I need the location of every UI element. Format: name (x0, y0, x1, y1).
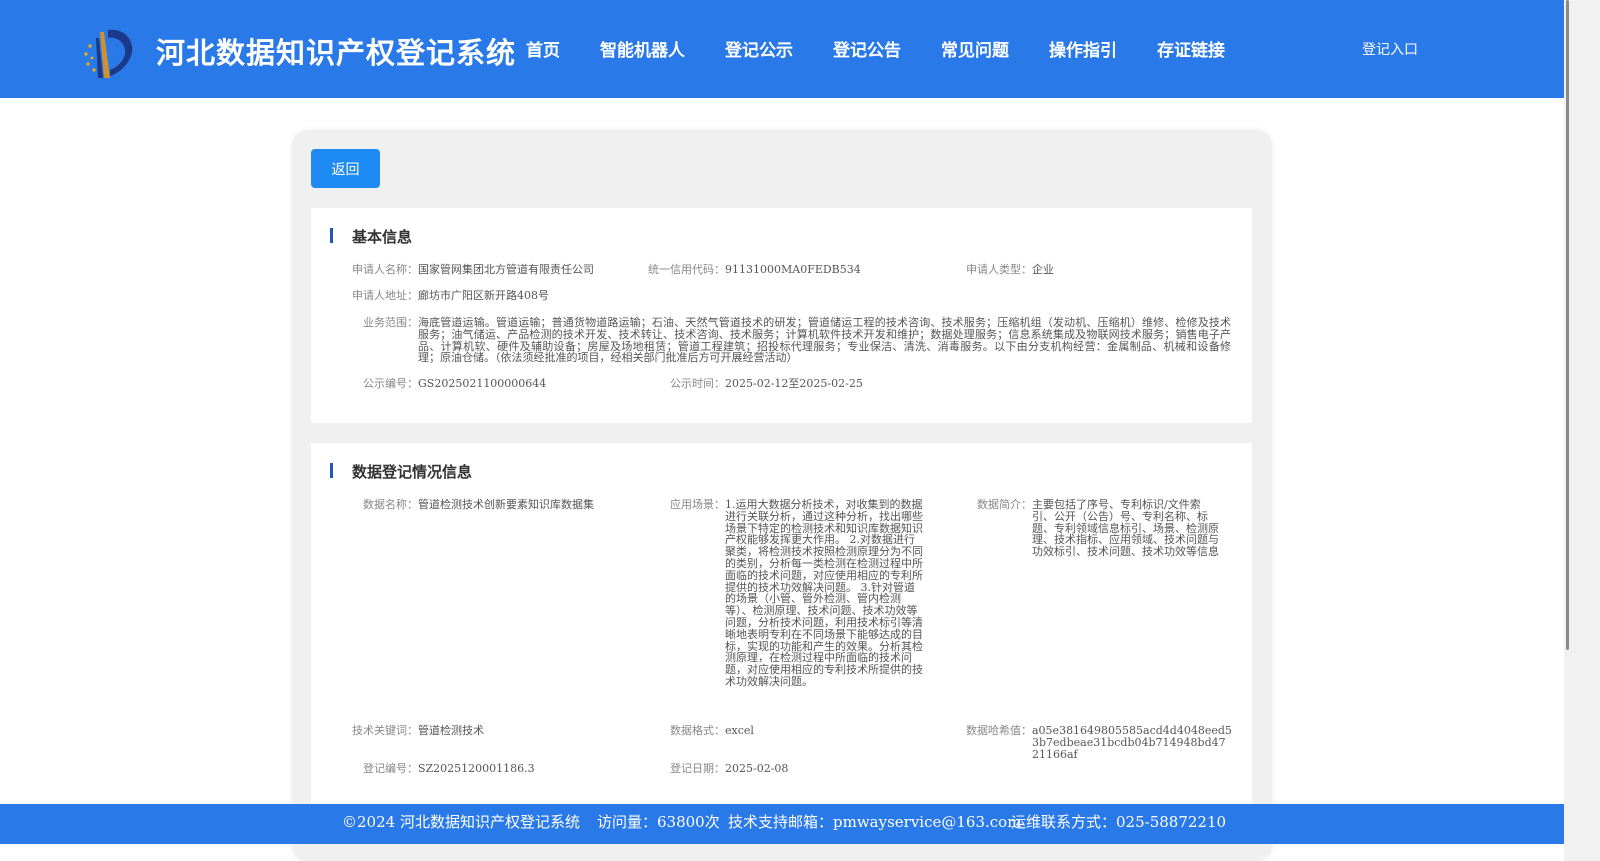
section-title-text: 基本信息 (352, 228, 413, 246)
back-button[interactable]: 返回 (311, 149, 380, 188)
data-registration-section: 数据登记情况信息 数据名称： 管道检测技术创新要素知识库数据集 应用场景： 1.… (311, 443, 1252, 843)
field-label: 数据哈希值： (966, 724, 1032, 737)
field-value: 2025-02-08 (725, 762, 789, 775)
field-label: 登记编号： (363, 762, 418, 775)
field-label: 申请人名称： (352, 263, 418, 276)
nav-robot[interactable]: 智能机器人 (600, 36, 685, 61)
section-accent-bar (330, 463, 333, 478)
nav-guide[interactable]: 操作指引 (1049, 36, 1117, 61)
footer-phone: 运维联系方式：025-58872210 (1011, 813, 1227, 831)
field-label: 公示时间： (670, 377, 725, 390)
main-nav: 首页 智能机器人 登记公示 登记公告 常见问题 操作指引 存证链接 (526, 36, 1265, 61)
nav-announcement[interactable]: 登记公告 (833, 36, 901, 61)
field-value: 企业 (1032, 263, 1054, 276)
detail-card: 返回 基本信息 申请人名称： 国家管网集团北方管道有限责任公司 统一信用代码： … (292, 130, 1272, 861)
nav-faq[interactable]: 常见问题 (941, 36, 1009, 61)
field-value: excel (725, 724, 754, 737)
field-label: 应用场景： (670, 498, 725, 511)
footer-bar: ©2024 河北数据知识产权登记系统 访问量：63800次 技术支持邮箱：pmw… (0, 804, 1564, 844)
field-label: 数据简介： (977, 498, 1032, 511)
logo-icon (80, 24, 136, 80)
top-header: 河北数据知识产权登记系统 首页 智能机器人 登记公示 登记公告 常见问题 操作指… (0, 0, 1564, 98)
footer-copyright: ©2024 河北数据知识产权登记系统 (342, 813, 580, 831)
field-label: 申请人类型： (966, 263, 1032, 276)
field-label: 技术关键词： (352, 724, 418, 737)
login-link[interactable]: 登记入口 (1362, 39, 1418, 59)
field-label: 申请人地址： (352, 289, 418, 302)
field-value: GS2025021100000644 (418, 377, 547, 390)
field-label: 数据名称： (363, 498, 418, 511)
nav-publicity[interactable]: 登记公示 (725, 36, 793, 61)
field-value: 2025-02-12至2025-02-25 (725, 377, 863, 390)
field-value: 1.运用大数据分析技术，对收集到的数据进行关联分析，通过这种分析，找出哪些场景下… (725, 498, 923, 688)
field-label: 公示编号： (363, 377, 418, 390)
page-scrollbar[interactable] (1564, 0, 1600, 861)
field-value: SZ2025120001186.3 (418, 762, 535, 775)
field-value: 管道检测技术 (418, 724, 484, 737)
field-label: 数据格式： (670, 724, 725, 737)
field-value: 91131000MA0FEDB534 (725, 263, 861, 276)
nav-evidence-link[interactable]: 存证链接 (1157, 36, 1225, 61)
scrollbar-thumb[interactable] (1566, 0, 1569, 650)
field-value: 管道检测技术创新要素知识库数据集 (418, 498, 594, 511)
field-value: 主要包括了序号、专利标识/文件索引、公开（公告）号、专利名称、标题、专利领域信息… (1032, 498, 1219, 559)
nav-home[interactable]: 首页 (526, 36, 560, 61)
field-label: 统一信用代码： (648, 263, 725, 276)
field-value: 廊坊市广阳区新开路408号 (418, 289, 549, 302)
field-value: 国家管网集团北方管道有限责任公司 (418, 263, 594, 276)
section-title: 基本信息 (330, 226, 413, 246)
basic-info-section: 基本信息 申请人名称： 国家管网集团北方管道有限责任公司 统一信用代码： 911… (311, 208, 1252, 423)
field-label: 登记日期： (670, 762, 725, 775)
field-label: 业务范围： (363, 316, 418, 329)
site-title: 河北数据知识产权登记系统 (156, 36, 517, 70)
section-accent-bar (330, 228, 333, 243)
section-title: 数据登记情况信息 (330, 461, 473, 481)
section-title-text: 数据登记情况信息 (352, 463, 473, 481)
footer-visits: 访问量：63800次 (597, 813, 720, 831)
field-value: a05e381649805585acd4d4048eed53b7edbeae31… (1032, 724, 1232, 761)
field-value: 海底管道运输。管道运输；普通货物道路运输；石油、天然气管道技术的研发；管道储运工… (418, 316, 1231, 365)
footer-email: 技术支持邮箱：pmwayservice@163.com (728, 813, 1022, 831)
